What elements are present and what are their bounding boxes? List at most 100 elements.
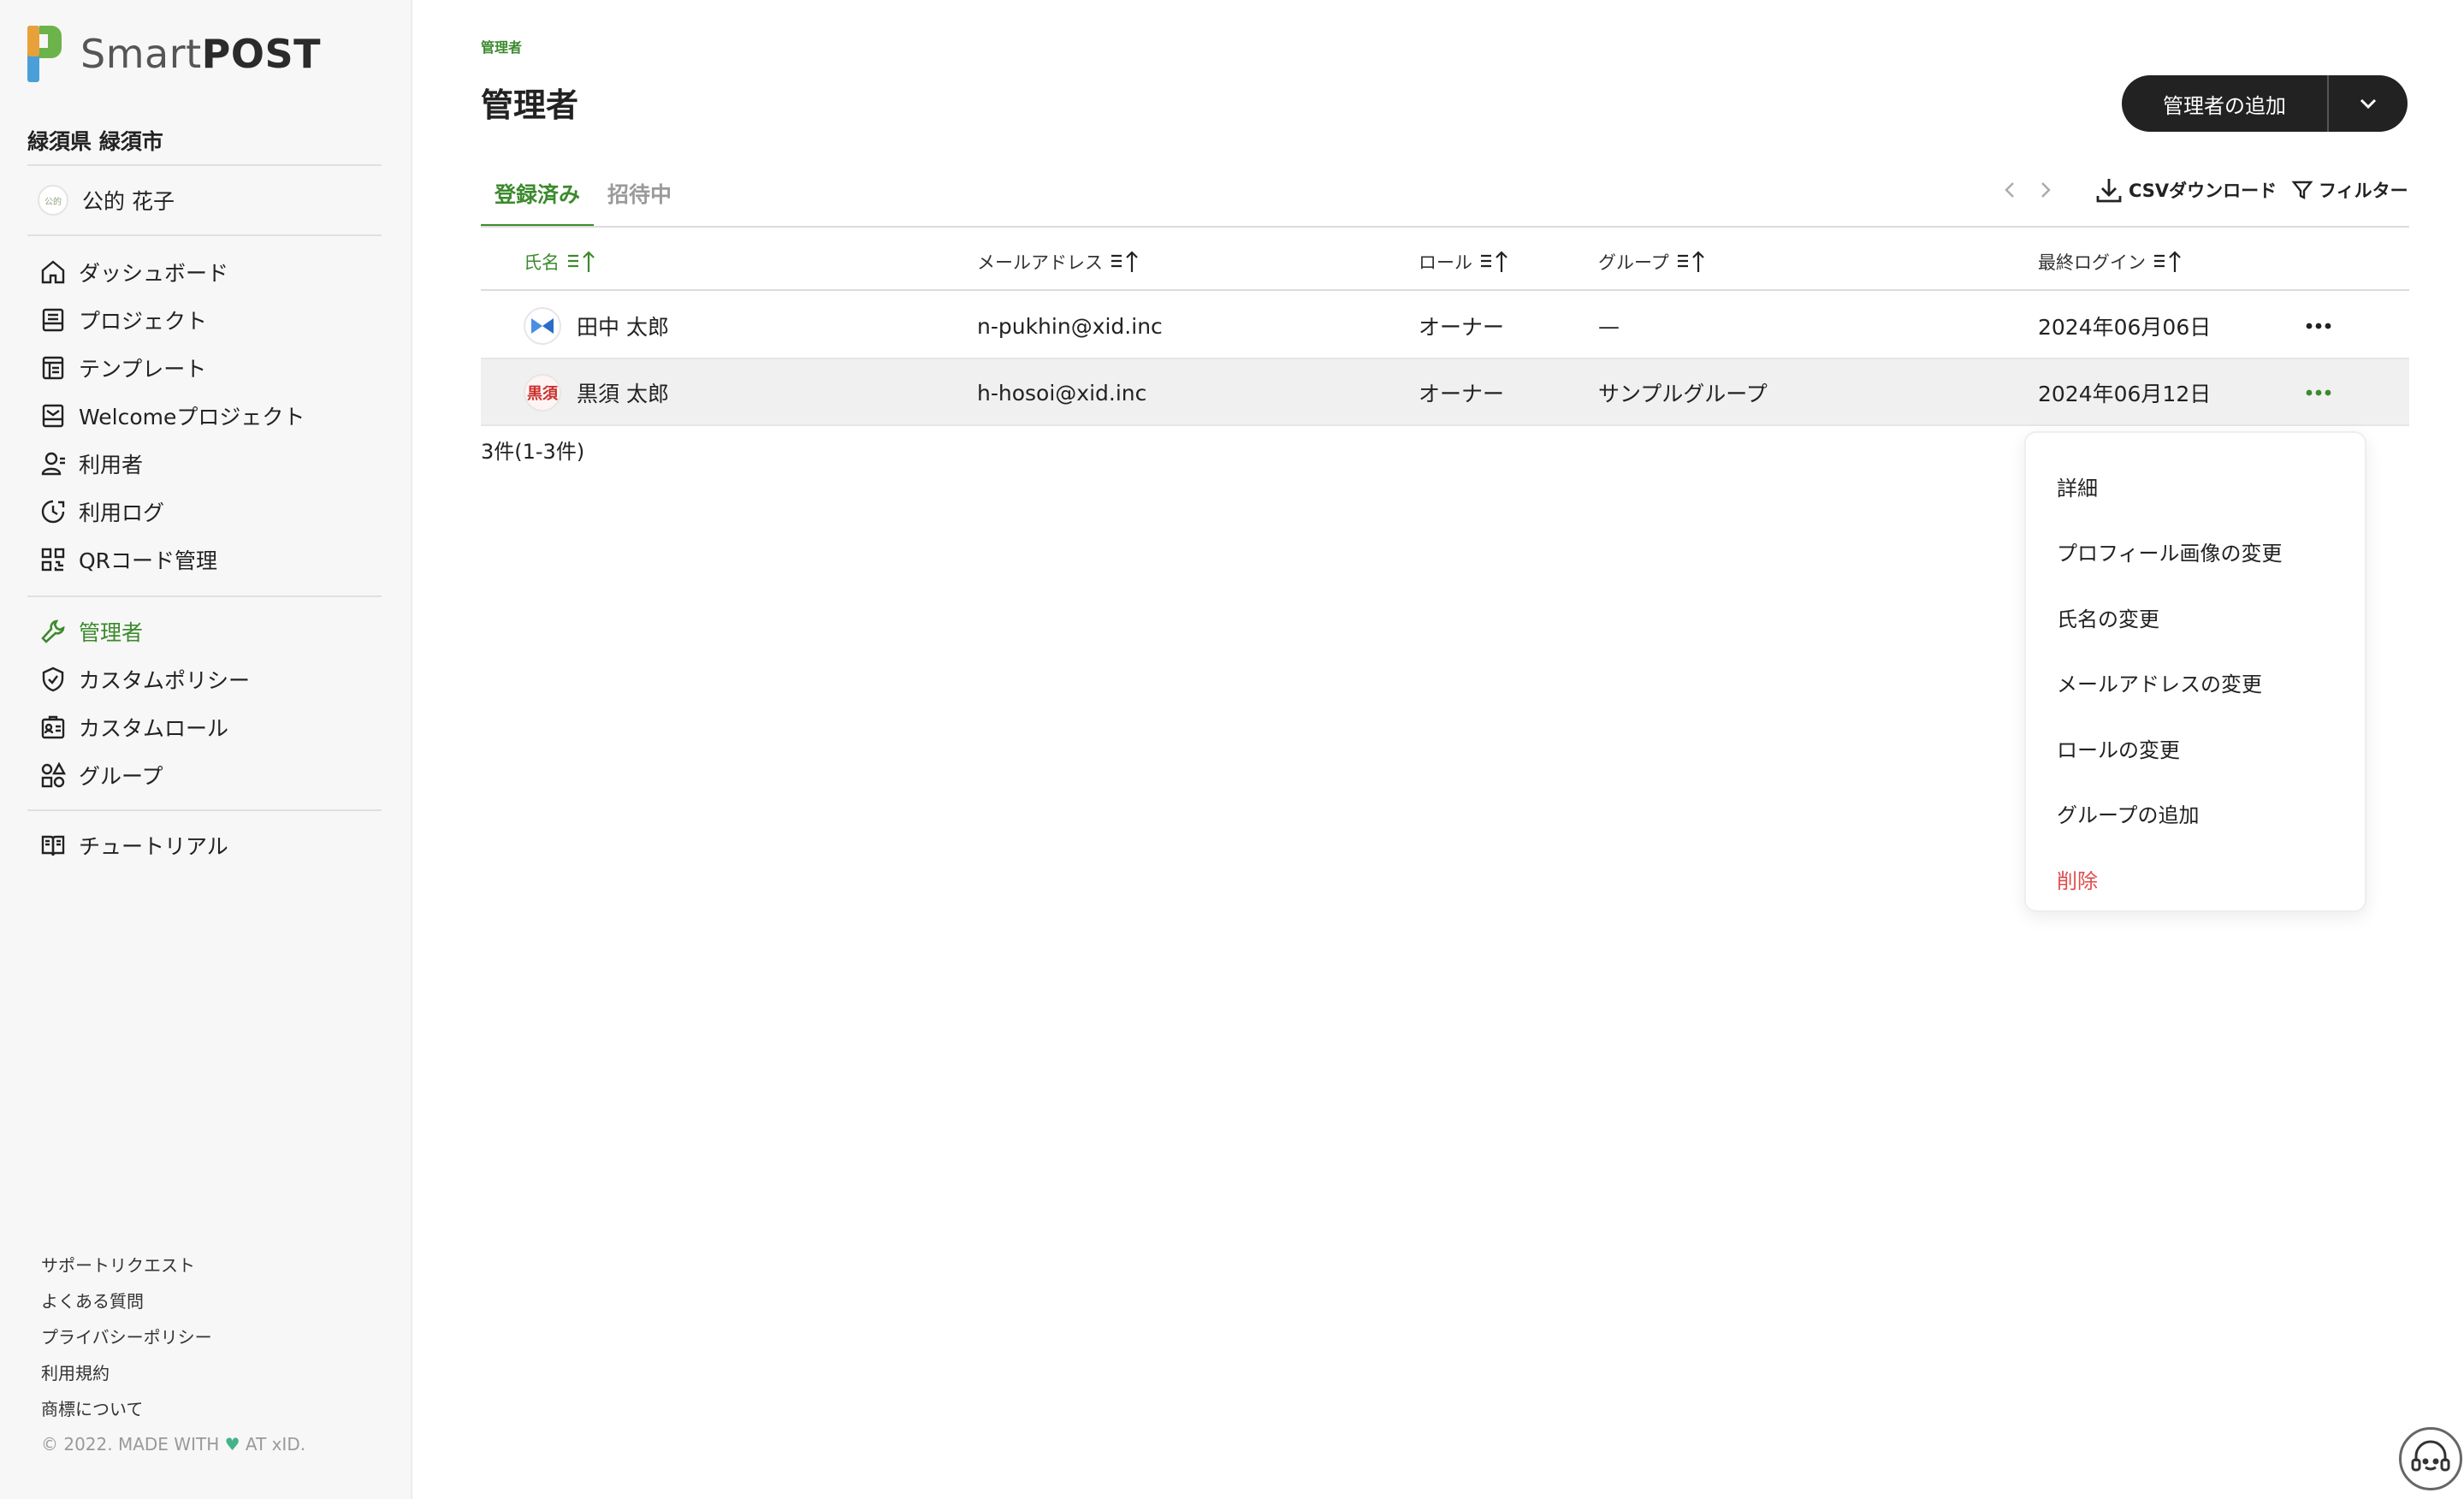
- filter-label: フィルター: [2319, 181, 2408, 201]
- sidebar-item-qr[interactable]: QRコード管理: [38, 536, 305, 584]
- sidebar-item-custom-role[interactable]: カスタムロール: [38, 703, 250, 751]
- sidebar-item-users[interactable]: 利用者: [38, 440, 305, 488]
- sidebar-item-admins[interactable]: 管理者: [38, 607, 250, 655]
- sort-icon[interactable]: [566, 250, 597, 274]
- add-admin-button[interactable]: 管理者の追加: [2122, 75, 2327, 132]
- sidebar-item-label: QRコード管理: [79, 548, 218, 573]
- menu-item-change-role[interactable]: ロールの変更: [2026, 715, 2365, 781]
- menu-item-change-name[interactable]: 氏名の変更: [2026, 584, 2365, 650]
- menu-item-change-email[interactable]: メールアドレスの変更: [2026, 650, 2365, 716]
- footer-link-support[interactable]: サポートリクエスト: [41, 1247, 212, 1283]
- column-name-header[interactable]: 氏名: [524, 233, 597, 291]
- sidebar: SmartPOST 緑須県 緑須市 公的 公的 花子 ダッシュボード プロジェク…: [0, 0, 412, 1499]
- tab-registered[interactable]: 登録済み: [481, 171, 595, 228]
- wrench-icon: [38, 616, 68, 647]
- sort-icon[interactable]: [1676, 250, 1707, 274]
- table-row[interactable]: 黒須 黒須 太郎 h-hosoi@xid.inc オーナー サンプルグループ 2…: [481, 359, 2409, 426]
- prev-page-button[interactable]: [1993, 173, 2028, 207]
- add-admin-dropdown-button[interactable]: [2329, 75, 2408, 132]
- last-login-cell: 2024年06月06日: [2038, 315, 2212, 340]
- column-last-login-header[interactable]: 最終ログイン: [2038, 233, 2183, 291]
- sidebar-item-template[interactable]: テンプレート: [38, 344, 305, 392]
- heart-icon: ♥: [224, 1434, 240, 1455]
- main-content: 管理者 管理者 管理者の追加 登録済み 招待中 CSVダウンロード フィルター …: [412, 0, 2464, 1499]
- table-row[interactable]: 田中 太郎 n-pukhin@xid.inc オーナー — 2024年06月06…: [481, 293, 2409, 359]
- logo[interactable]: SmartPOST: [27, 26, 321, 82]
- shield-icon: [38, 664, 68, 695]
- email-cell: h-hosoi@xid.inc: [977, 380, 1147, 406]
- sidebar-item-project[interactable]: プロジェクト: [38, 296, 305, 344]
- logo-mark-icon: [27, 26, 62, 82]
- nav-group-main: ダッシュボード プロジェクト テンプレート Welcomeプロジェクト 利用者 …: [38, 248, 305, 584]
- sidebar-item-label: テンプレート: [79, 357, 207, 382]
- group-cell: サンプルグループ: [1598, 382, 1768, 406]
- sidebar-item-label: ダッシュボード: [79, 261, 229, 286]
- record-count: 3件(1-3件): [481, 440, 585, 464]
- qr-icon: [38, 544, 68, 575]
- divider: [27, 595, 382, 597]
- welcome-icon: [38, 400, 68, 431]
- row-context-menu: 詳細 プロフィール画像の変更 氏名の変更 メールアドレスの変更 ロールの変更 グ…: [2024, 431, 2366, 912]
- sort-icon[interactable]: [1479, 250, 1510, 274]
- group-cell: —: [1598, 313, 1620, 339]
- tabs: 登録済み 招待中: [481, 171, 685, 228]
- admin-name: 田中 太郎: [577, 315, 669, 340]
- menu-item-add-group[interactable]: グループの追加: [2026, 781, 2365, 847]
- support-chat-button[interactable]: [2399, 1427, 2462, 1490]
- org-name: 緑須県 緑須市: [27, 129, 163, 154]
- row-actions-button[interactable]: [2293, 376, 2344, 410]
- row-actions-button[interactable]: [2293, 309, 2344, 343]
- sidebar-item-label: チュートリアル: [79, 834, 228, 859]
- current-user[interactable]: 公的 公的 花子: [38, 183, 175, 217]
- footer-link-faq[interactable]: よくある質問: [41, 1283, 212, 1319]
- sidebar-item-tutorial[interactable]: チュートリアル: [38, 821, 228, 869]
- divider: [27, 164, 382, 166]
- breadcrumb[interactable]: 管理者: [481, 36, 522, 56]
- chevron-right-icon: [2041, 182, 2051, 198]
- csv-download-button[interactable]: CSVダウンロード: [2094, 171, 2277, 209]
- divider: [27, 234, 382, 236]
- more-horizontal-icon: [2306, 323, 2331, 329]
- menu-item-change-profile-image[interactable]: プロフィール画像の変更: [2026, 519, 2365, 585]
- menu-item-delete[interactable]: 削除: [2026, 846, 2365, 912]
- sidebar-item-group[interactable]: グループ: [38, 751, 250, 799]
- menu-item-details[interactable]: 詳細: [2026, 453, 2365, 519]
- csv-download-label: CSVダウンロード: [2129, 181, 2277, 201]
- sidebar-item-label: 利用ログ: [79, 501, 165, 525]
- footer-link-privacy[interactable]: プライバシーポリシー: [41, 1319, 212, 1355]
- sort-icon[interactable]: [1110, 250, 1140, 274]
- email-cell: n-pukhin@xid.inc: [977, 313, 1163, 339]
- sidebar-item-welcome-project[interactable]: Welcomeプロジェクト: [38, 392, 305, 440]
- log-icon: [38, 496, 68, 527]
- name-cell: 田中 太郎: [524, 293, 669, 359]
- sidebar-item-label: カスタムロール: [79, 716, 229, 741]
- sidebar-item-custom-policy[interactable]: カスタムポリシー: [38, 655, 250, 703]
- avatar: [524, 307, 561, 345]
- footer-link-terms[interactable]: 利用規約: [41, 1355, 212, 1391]
- footer-link-trademark[interactable]: 商標について: [41, 1391, 212, 1427]
- next-page-button[interactable]: [2028, 173, 2062, 207]
- avatar: 公的: [38, 185, 68, 216]
- copyright: © 2022. MADE WITH ♥ AT xID.: [41, 1434, 306, 1455]
- add-admin-button-group: 管理者の追加: [2122, 75, 2408, 132]
- column-email-header[interactable]: メールアドレス: [977, 233, 1140, 291]
- sidebar-item-dashboard[interactable]: ダッシュボード: [38, 248, 305, 296]
- user-name: 公的 花子: [82, 189, 175, 214]
- divider: [27, 809, 382, 811]
- sidebar-item-usage-log[interactable]: 利用ログ: [38, 488, 305, 536]
- sidebar-item-label: 管理者: [79, 620, 144, 645]
- xid-logo-icon: [531, 318, 554, 334]
- sidebar-item-label: Welcomeプロジェクト: [79, 405, 305, 430]
- tab-divider: [481, 226, 2409, 228]
- project-icon: [38, 305, 68, 335]
- tab-invited[interactable]: 招待中: [594, 171, 685, 228]
- download-icon: [2096, 179, 2122, 203]
- filter-button[interactable]: フィルター: [2291, 171, 2408, 209]
- group-icon: [38, 760, 68, 791]
- column-role-header[interactable]: ロール: [1419, 233, 1510, 291]
- sidebar-item-label: 利用者: [79, 453, 144, 477]
- column-group-header[interactable]: グループ: [1598, 233, 1707, 291]
- avatar: 黒須: [524, 374, 561, 412]
- actions-cell: [2293, 293, 2344, 359]
- sort-icon[interactable]: [2153, 250, 2183, 274]
